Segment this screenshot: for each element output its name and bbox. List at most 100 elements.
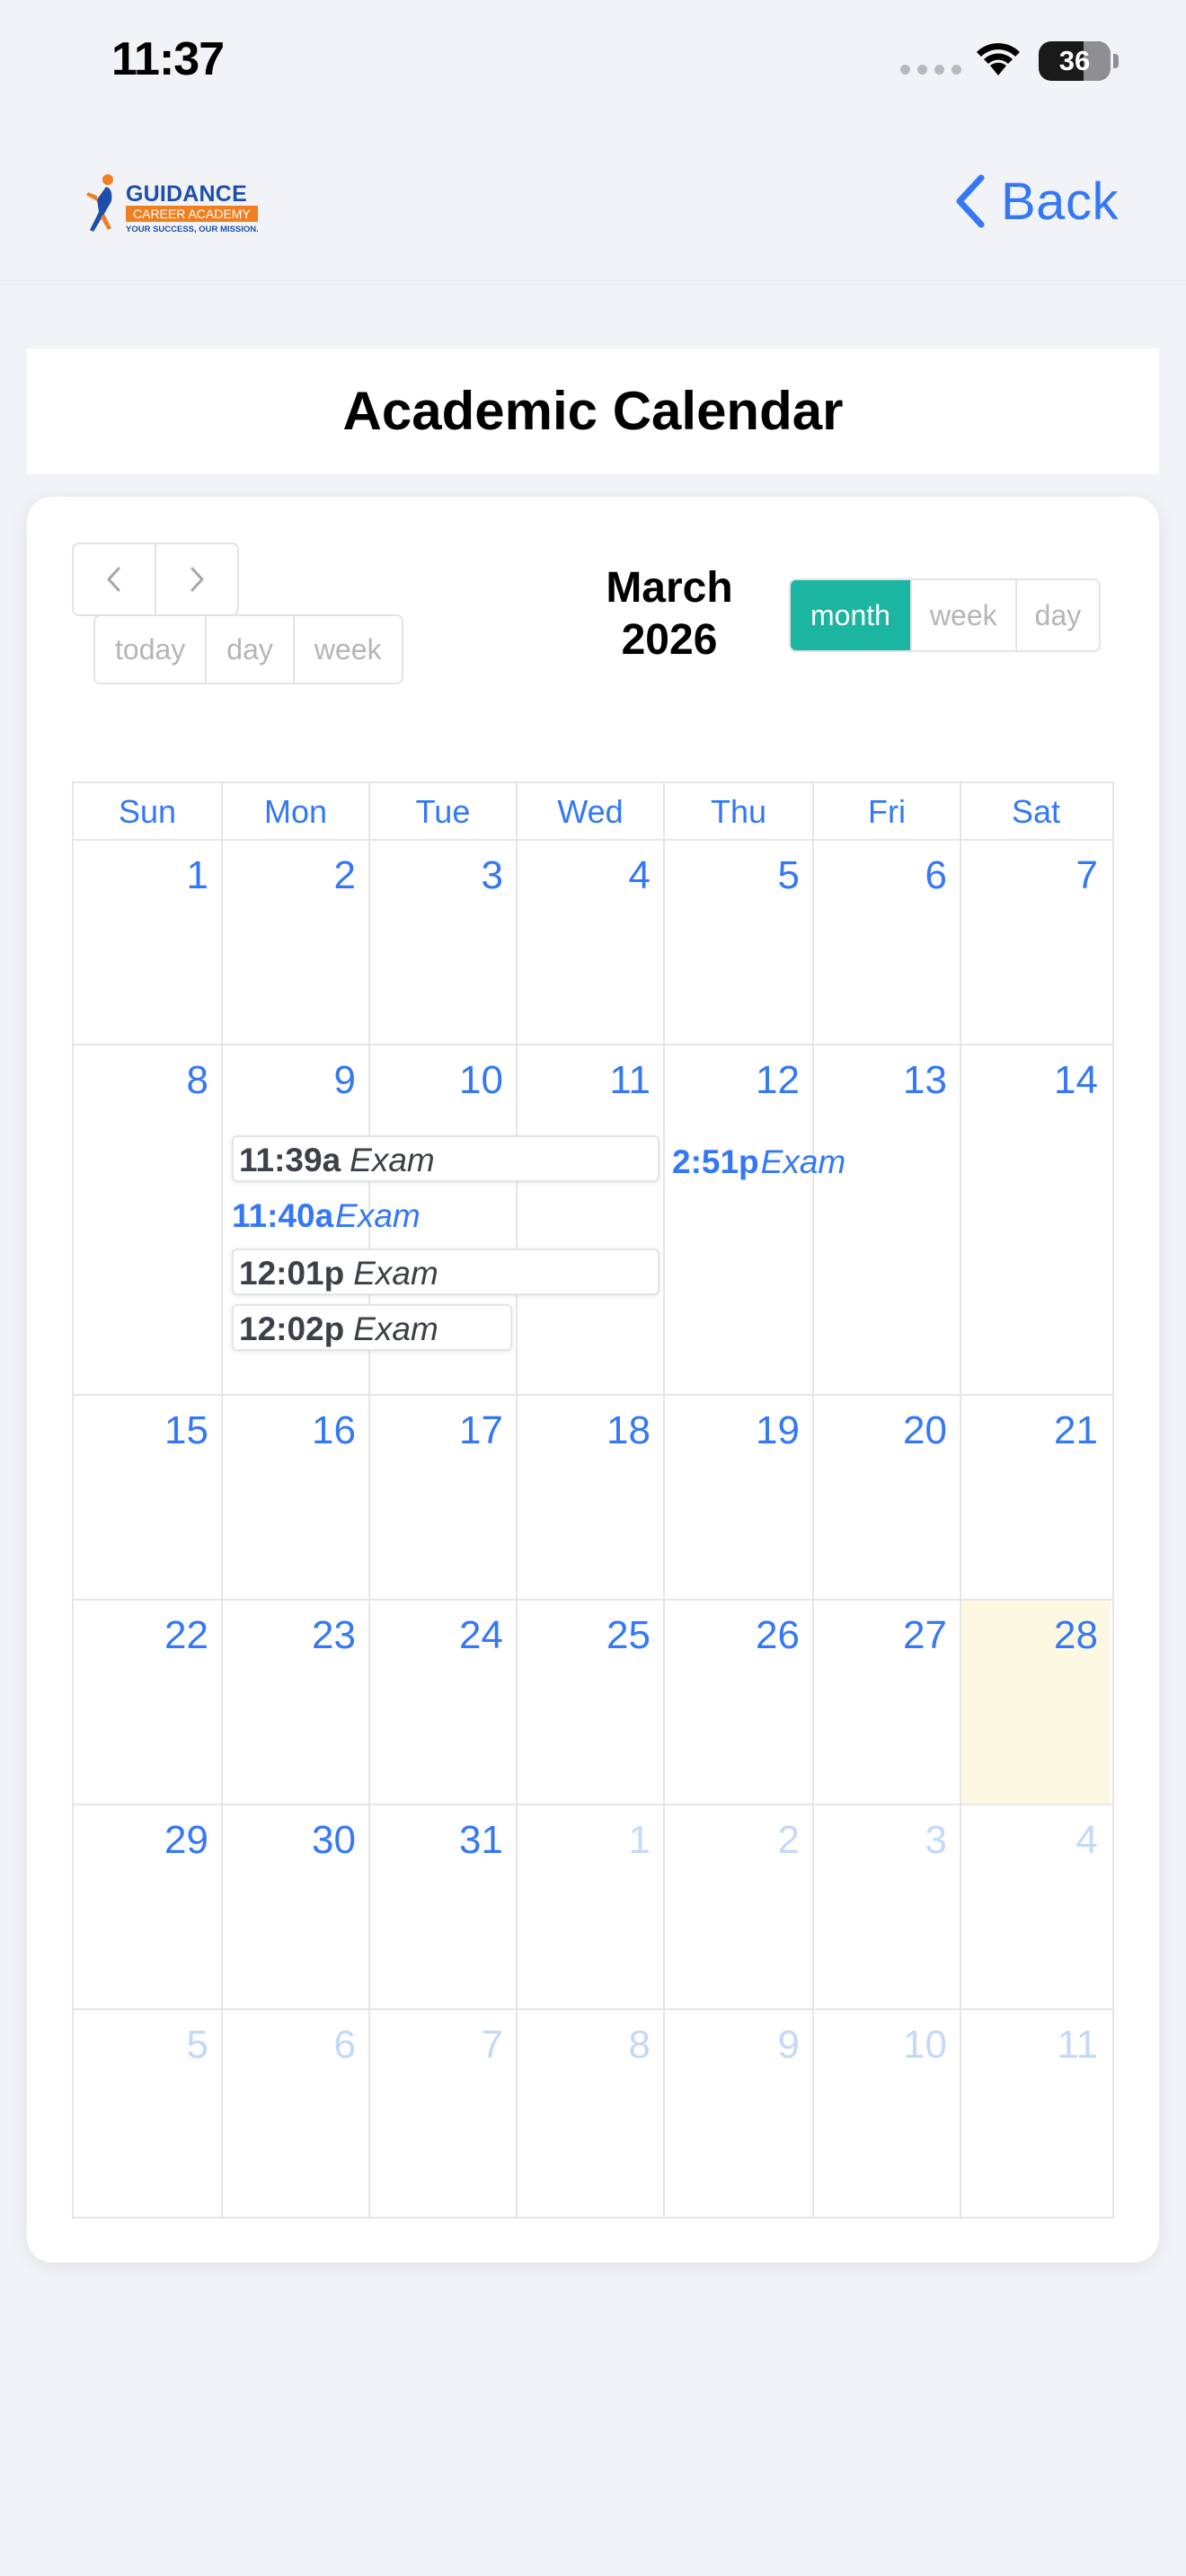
- app-logo: GUIDANCE CAREER ACADEMY YOUR SUCCESS, OU…: [84, 172, 259, 239]
- date-cell-other-month[interactable]: 9: [665, 2023, 800, 2068]
- date-cell[interactable]: 19: [665, 1408, 800, 1453]
- date-cell-other-month[interactable]: 5: [74, 2023, 208, 2068]
- grid-column-divider: [368, 783, 370, 2217]
- grid-column-divider: [812, 783, 814, 2217]
- event-title: Exam: [760, 1143, 846, 1180]
- date-cell[interactable]: 9: [223, 1058, 356, 1103]
- date-cell[interactable]: 4: [518, 853, 651, 898]
- event-time: 11:40a: [232, 1197, 334, 1234]
- grid-column-divider: [221, 783, 223, 2217]
- logo-tagline: YOUR SUCCESS, OUR MISSION.: [126, 225, 259, 234]
- chevron-left-icon: [956, 174, 985, 228]
- page-title: Academic Calendar: [342, 381, 844, 441]
- date-cell-other-month[interactable]: 8: [518, 2023, 651, 2068]
- grid-row-divider: [74, 1044, 1112, 1045]
- day-view-button[interactable]: day: [1014, 580, 1100, 650]
- date-cell[interactable]: 29: [74, 1818, 208, 1863]
- date-cell-other-month[interactable]: 4: [961, 1818, 1098, 1863]
- logo-title: GUIDANCE: [126, 181, 247, 207]
- date-cell[interactable]: 22: [74, 1613, 208, 1658]
- date-cell-other-month[interactable]: 11: [961, 2023, 1098, 2068]
- next-month-button[interactable]: [155, 544, 237, 614]
- grid-row-divider: [74, 1394, 1112, 1396]
- month-view-button[interactable]: month: [791, 580, 910, 650]
- logo-subtitle: CAREER ACADEMY: [126, 206, 258, 222]
- event-time: 12:02p: [239, 1310, 345, 1347]
- battery-level: 36: [1058, 45, 1091, 76]
- date-cell[interactable]: 16: [223, 1408, 356, 1453]
- status-time: 11:37: [111, 33, 225, 85]
- date-cell-other-month[interactable]: 6: [223, 2023, 356, 2068]
- day-button[interactable]: day: [205, 616, 293, 683]
- date-cell[interactable]: 18: [518, 1408, 651, 1453]
- date-cell[interactable]: 1: [74, 853, 208, 898]
- calendar-event[interactable]: 11:39a Exam: [232, 1135, 659, 1182]
- calendar-event[interactable]: 2:51pExam: [672, 1139, 888, 1186]
- calendar-event[interactable]: 11:40aExam: [232, 1193, 447, 1239]
- calendar-event[interactable]: 12:01p Exam: [232, 1248, 659, 1295]
- date-cell[interactable]: 13: [814, 1058, 947, 1103]
- date-cell[interactable]: 15: [74, 1408, 208, 1453]
- event-title: Exam: [353, 1255, 438, 1292]
- secondary-view-group: today day week: [93, 614, 403, 684]
- grid-row-divider: [74, 1599, 1112, 1601]
- date-cell[interactable]: 5: [665, 853, 800, 898]
- week-view-button[interactable]: week: [909, 580, 1015, 650]
- event-title: Exam: [335, 1197, 420, 1234]
- day-header-thu: Thu: [710, 793, 767, 830]
- date-cell[interactable]: 14: [961, 1058, 1098, 1103]
- date-cell[interactable]: 31: [370, 1818, 503, 1863]
- day-header-wed: Wed: [557, 793, 624, 830]
- week-button[interactable]: week: [292, 616, 402, 683]
- date-cell[interactable]: 12: [665, 1058, 800, 1103]
- event-time: 12:01p: [239, 1255, 345, 1292]
- battery-cap: [1113, 54, 1119, 68]
- date-cell[interactable]: 17: [370, 1408, 503, 1453]
- date-cell[interactable]: 30: [223, 1818, 356, 1863]
- today-button[interactable]: today: [95, 616, 205, 683]
- back-label: Back: [1001, 172, 1119, 231]
- battery-icon: 36: [1039, 41, 1111, 81]
- day-header-mon: Mon: [263, 793, 328, 830]
- date-cell[interactable]: 26: [665, 1613, 800, 1658]
- wifi-icon: [977, 43, 1020, 75]
- date-cell-other-month[interactable]: 3: [814, 1818, 947, 1863]
- event-title: Exam: [350, 1142, 435, 1178]
- date-cell[interactable]: 23: [223, 1613, 356, 1658]
- date-cell[interactable]: 25: [518, 1613, 651, 1658]
- date-cell[interactable]: 7: [961, 853, 1098, 898]
- calendar-event[interactable]: 12:02p Exam: [232, 1304, 512, 1351]
- month-title: March 2026: [575, 562, 764, 666]
- date-cell[interactable]: 27: [814, 1613, 947, 1658]
- grid-column-divider: [960, 783, 961, 2217]
- chevron-right-icon: [190, 567, 204, 592]
- date-cell[interactable]: 10: [370, 1058, 503, 1103]
- event-time: 2:51p: [672, 1143, 759, 1180]
- date-cell-other-month[interactable]: 10: [814, 2023, 947, 2068]
- event-title: Exam: [353, 1310, 438, 1347]
- date-cell[interactable]: 24: [370, 1613, 503, 1658]
- title-card: Academic Calendar: [27, 348, 1159, 474]
- date-cell[interactable]: 8: [74, 1058, 208, 1103]
- date-cell[interactable]: 21: [961, 1408, 1098, 1453]
- back-button[interactable]: Back: [954, 169, 1119, 234]
- date-cell-other-month[interactable]: 7: [370, 2023, 503, 2068]
- view-switcher: month week day: [789, 578, 1102, 652]
- chevron-left-icon: [107, 567, 120, 592]
- date-cell[interactable]: 28: [961, 1613, 1098, 1658]
- date-cell[interactable]: 20: [814, 1408, 947, 1453]
- day-header-sat: Sat: [1011, 793, 1061, 830]
- date-cell[interactable]: 11: [518, 1058, 651, 1103]
- prev-month-button[interactable]: [74, 544, 155, 614]
- month-year: 2026: [621, 616, 718, 664]
- nav-button-group: [72, 543, 239, 616]
- grid-row-divider: [74, 1804, 1112, 1805]
- date-cell-other-month[interactable]: 2: [665, 1818, 800, 1863]
- date-cell-other-month[interactable]: 1: [518, 1818, 651, 1863]
- logo-figure-icon: [86, 174, 113, 232]
- month-name: March: [606, 564, 733, 612]
- header-divider: [0, 280, 1186, 281]
- date-cell[interactable]: 2: [223, 853, 356, 898]
- date-cell[interactable]: 3: [370, 853, 503, 898]
- date-cell[interactable]: 6: [814, 853, 947, 898]
